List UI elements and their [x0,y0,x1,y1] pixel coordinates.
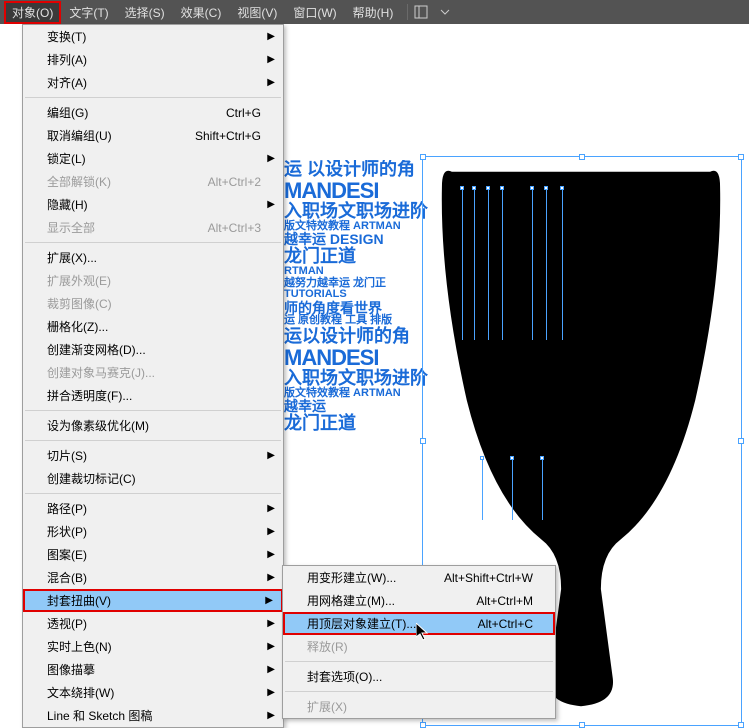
mi-shape[interactable]: 形状(P)▶ [23,520,283,543]
handle-mr[interactable] [738,438,744,444]
mi-align[interactable]: 对齐(A)▶ [23,71,283,94]
mi-trim-marks[interactable]: 创建裁切标记(C) [23,467,283,490]
object-menu-dropdown: 变换(T)▶ 排列(A)▶ 对齐(A)▶ 编组(G)Ctrl+G 取消编组(U)… [22,24,284,728]
mi-image-trace[interactable]: 图像描摹▶ [23,658,283,681]
chevron-right-icon: ▶ [267,503,275,514]
mi-hide[interactable]: 隐藏(H)▶ [23,193,283,216]
mi-unlock-all: 全部解锁(K)Alt+Ctrl+2 [23,170,283,193]
mi-expand-envelope: 扩展(X) [283,695,555,718]
separator [407,4,408,20]
mouse-cursor-icon [416,623,432,643]
menubar: 对象(O) 文字(T) 选择(S) 效果(C) 视图(V) 窗口(W) 帮助(H… [0,0,749,24]
chevron-right-icon: ▶ [267,710,275,721]
mi-blend[interactable]: 混合(B)▶ [23,566,283,589]
mi-rasterize[interactable]: 栅格化(Z)... [23,315,283,338]
chevron-right-icon: ▶ [267,664,275,675]
mi-pattern[interactable]: 图案(E)▶ [23,543,283,566]
separator [285,661,553,662]
mi-perspective[interactable]: 透视(P)▶ [23,612,283,635]
handle-tl[interactable] [420,154,426,160]
mi-make-with-warp[interactable]: 用变形建立(W)...Alt+Shift+Ctrl+W [283,566,555,589]
dropdown-icon[interactable] [438,5,452,19]
handle-ml[interactable] [420,438,426,444]
chevron-right-icon: ▶ [267,618,275,629]
mi-text-wrap[interactable]: 文本绕排(W)▶ [23,681,283,704]
menu-window[interactable]: 窗口(W) [285,1,344,24]
chevron-right-icon: ▶ [267,526,275,537]
separator [25,410,281,411]
mi-ungroup[interactable]: 取消编组(U)Shift+Ctrl+G [23,124,283,147]
handle-br[interactable] [738,722,744,728]
mi-lock[interactable]: 锁定(L)▶ [23,147,283,170]
menu-select[interactable]: 选择(S) [117,1,173,24]
mi-slice[interactable]: 切片(S)▶ [23,444,283,467]
menu-help[interactable]: 帮助(H) [345,1,402,24]
separator [25,97,281,98]
mi-show-all: 显示全部Alt+Ctrl+3 [23,216,283,239]
separator [25,493,281,494]
mi-group[interactable]: 编组(G)Ctrl+G [23,101,283,124]
chevron-right-icon: ▶ [267,687,275,698]
separator [25,242,281,243]
handle-bl[interactable] [420,722,426,728]
menu-view[interactable]: 视图(V) [229,1,285,24]
mi-expand[interactable]: 扩展(X)... [23,246,283,269]
mi-line-sketch[interactable]: Line 和 Sketch 图稿▶ [23,704,283,727]
mi-arrange[interactable]: 排列(A)▶ [23,48,283,71]
mi-make-with-mesh[interactable]: 用网格建立(M)...Alt+Ctrl+M [283,589,555,612]
menu-type[interactable]: 文字(T) [61,1,116,24]
handle-tr[interactable] [738,154,744,160]
mi-live-paint[interactable]: 实时上色(N)▶ [23,635,283,658]
chevron-right-icon: ▶ [267,549,275,560]
chevron-right-icon: ▶ [267,54,275,65]
mi-envelope-distort[interactable]: 封套扭曲(V)▶ [23,589,283,612]
chevron-right-icon: ▶ [267,77,275,88]
chevron-right-icon: ▶ [267,153,275,164]
mi-expand-appearance: 扩展外观(E) [23,269,283,292]
mi-envelope-options[interactable]: 封套选项(O)... [283,665,555,688]
mi-transform[interactable]: 变换(T)▶ [23,25,283,48]
mi-gradient-mesh[interactable]: 创建渐变网格(D)... [23,338,283,361]
chevron-right-icon: ▶ [267,31,275,42]
toolbar-icons [414,5,452,19]
mi-crop-image: 裁剪图像(C) [23,292,283,315]
handle-bm[interactable] [579,722,585,728]
separator [25,440,281,441]
handle-tm[interactable] [579,154,585,160]
layout-icon[interactable] [414,5,428,19]
chevron-right-icon: ▶ [267,450,275,461]
menu-object[interactable]: 对象(O) [4,1,61,24]
mi-path[interactable]: 路径(P)▶ [23,497,283,520]
mi-flatten-transparency[interactable]: 拼合透明度(F)... [23,384,283,407]
chevron-right-icon: ▶ [267,199,275,210]
chevron-right-icon: ▶ [265,595,273,606]
chevron-right-icon: ▶ [267,572,275,583]
mi-object-mosaic: 创建对象马赛克(J)... [23,361,283,384]
chevron-right-icon: ▶ [267,641,275,652]
mi-pixel-perfect[interactable]: 设为像素级优化(M) [23,414,283,437]
menu-effect[interactable]: 效果(C) [173,1,230,24]
separator [285,691,553,692]
